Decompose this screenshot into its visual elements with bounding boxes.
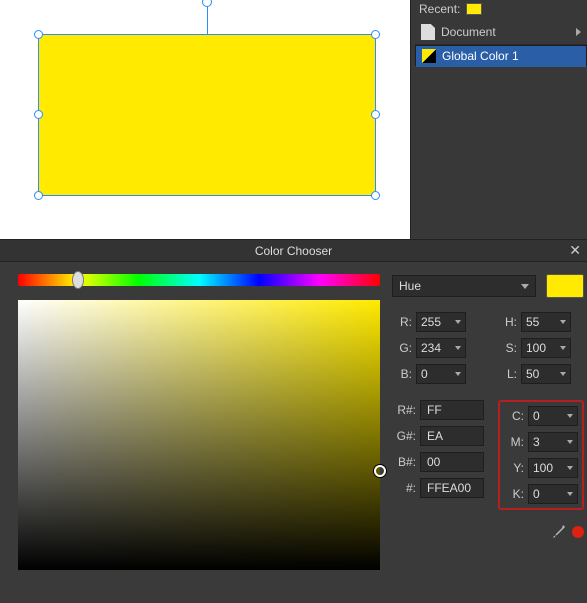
ghex-label: G#: — [392, 429, 416, 443]
document-swatch-group[interactable]: Document — [415, 20, 587, 45]
m-label: M: — [504, 435, 524, 449]
g-hex-input[interactable]: EA — [420, 426, 484, 446]
fullhex-label: #: — [392, 481, 416, 495]
mode-select[interactable]: Hue — [392, 275, 536, 297]
selected-rectangle[interactable] — [39, 35, 375, 195]
chevron-down-icon — [455, 372, 461, 376]
s-input[interactable]: 100 — [521, 338, 571, 358]
chevron-down-icon — [567, 466, 573, 470]
document-icon — [421, 24, 435, 40]
recent-label: Recent: — [419, 2, 460, 16]
m-input[interactable]: 3 — [528, 432, 578, 452]
rotation-handle[interactable] — [202, 0, 212, 7]
l-label: L: — [497, 367, 517, 381]
mode-value: Hue — [399, 279, 421, 293]
chevron-down-icon — [567, 414, 573, 418]
canvas[interactable] — [0, 0, 410, 239]
chevron-down-icon — [560, 320, 566, 324]
global-color-item[interactable]: Global Color 1 — [415, 45, 587, 67]
y-input[interactable]: 100 — [528, 458, 578, 478]
l-input[interactable]: 50 — [521, 364, 571, 384]
bhex-label: B#: — [392, 455, 416, 469]
close-icon[interactable]: ✕ — [569, 242, 581, 259]
chevron-down-icon — [455, 346, 461, 350]
h-input[interactable]: 55 — [521, 312, 571, 332]
r-label: R: — [392, 315, 412, 329]
chevron-down-icon — [567, 440, 573, 444]
hue-slider[interactable] — [18, 274, 380, 286]
b-hex-input[interactable]: 00 — [420, 452, 484, 472]
resize-handle-tl[interactable] — [34, 30, 43, 39]
b-label: B: — [392, 367, 412, 381]
h-label: H: — [497, 315, 517, 329]
panel-title: Color Chooser — [255, 244, 332, 258]
c-input[interactable]: 0 — [528, 406, 578, 426]
global-color-icon — [422, 49, 436, 63]
color-chooser-panel: Color Chooser ✕ Hue R: 255 H: 55 — [0, 239, 587, 603]
c-label: C: — [504, 409, 524, 423]
saturation-value-picker[interactable] — [18, 300, 380, 570]
b-input[interactable]: 0 — [416, 364, 466, 384]
full-hex-input[interactable]: FFEA00 — [420, 478, 484, 498]
rhex-label: R#: — [392, 403, 416, 417]
record-color-icon[interactable] — [572, 526, 584, 538]
document-label: Document — [441, 25, 496, 39]
rotation-stem — [207, 5, 208, 35]
y-label: Y: — [504, 461, 524, 475]
chevron-down-icon — [521, 284, 529, 289]
eyedropper-icon[interactable] — [550, 524, 566, 540]
cmyk-highlight: C: 0 M: 3 Y: 100 K: 0 — [498, 400, 584, 510]
hue-slider-knob[interactable] — [72, 271, 84, 289]
swatches-panel: Recent: Document Global Color 1 — [410, 0, 587, 239]
chevron-down-icon — [455, 320, 461, 324]
color-preview — [546, 274, 584, 298]
global-color-label: Global Color 1 — [442, 49, 519, 63]
resize-handle-ml[interactable] — [34, 110, 43, 119]
chevron-right-icon — [576, 28, 581, 36]
s-label: S: — [497, 341, 517, 355]
resize-handle-bl[interactable] — [34, 191, 43, 200]
k-label: K: — [504, 487, 524, 501]
resize-handle-br[interactable] — [371, 191, 380, 200]
sv-picker-knob[interactable] — [374, 465, 386, 477]
recent-swatch[interactable] — [466, 3, 482, 15]
r-input[interactable]: 255 — [416, 312, 466, 332]
g-input[interactable]: 234 — [416, 338, 466, 358]
chevron-down-icon — [560, 346, 566, 350]
g-label: G: — [392, 341, 412, 355]
resize-handle-tr[interactable] — [371, 30, 380, 39]
k-input[interactable]: 0 — [528, 484, 578, 504]
resize-handle-mr[interactable] — [371, 110, 380, 119]
chevron-down-icon — [567, 492, 573, 496]
r-hex-input[interactable]: FF — [420, 400, 484, 420]
chevron-down-icon — [560, 372, 566, 376]
